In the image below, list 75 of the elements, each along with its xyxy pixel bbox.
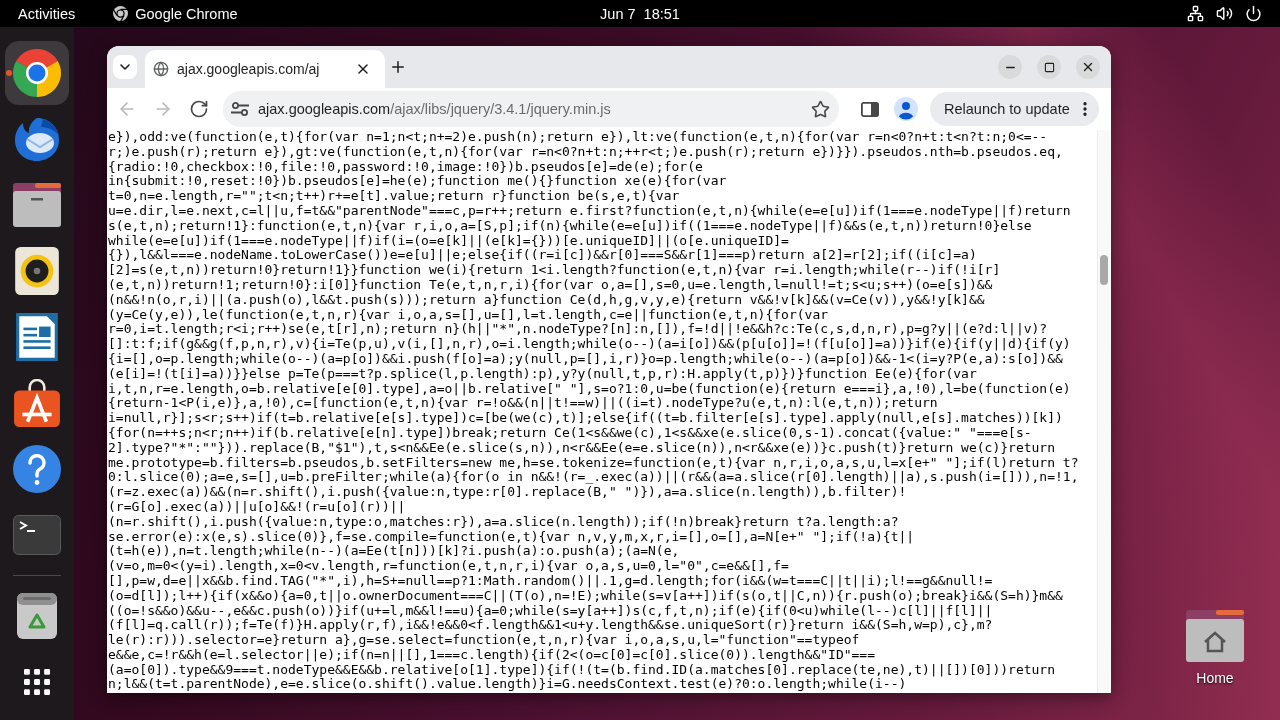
clock[interactable]: Jun 7 18:51	[590, 0, 690, 27]
mail-bird-icon	[13, 115, 61, 163]
code-line: (r=G[o].exec(a))||u[o]&&!(r=u[o](r))||	[108, 499, 406, 515]
code-line: u=e.dir,l=e.next,c=l||u,f=t&&"parentNode"===c,p=r++;return e.first?function(e,t,n){while(e=e[u])if(1===e.nodeType||f)return	[108, 204, 1071, 219]
code-line: {radio:!0,checkbox:!0,file:!0,password:!0,image:!0})b.pseudos[e]=de(e);for(e	[108, 159, 703, 175]
code-line: i=null,r}];s<r;s++)if(t=b.relative[e[s].type])c=[be(we(c),t)];else{if((t=b.filter[e[s].type].apply(null,e[s].matches))[k])	[108, 411, 1063, 426]
code-line: e}),odd:ve(function(e,t){for(var n=1;n<t;n+=2)e.push(n);return e}),lt:ve(function(e,t,n){for(var r=n<0?n+t:t<n?t:n;0<=--	[108, 130, 1048, 145]
power-icon[interactable]	[1245, 5, 1262, 22]
code-line: le(r):r))).selector=e}return a},g=se.select=function(e,t,n,r){var i,o,a,s,u,l="function"==typeof	[108, 633, 860, 648]
speaker-icon	[13, 247, 61, 295]
code-line: {return-1<P(i,e)},a,!0),c=[function(e,t,n){var r=!o&&(n||t!==w)||((i=t).nodeType?u(e,t,n):l(e,t,n));return	[108, 396, 938, 412]
code-line: t=0,n=e.length,r="";t<n;t++)r+=e[t].value;return r}function be(s,e,t){var	[108, 189, 680, 204]
code-line: {i=[],o=p.length;while(o--)(a=p[o])&&i.push(f[o]=a);y(null,p=[],i,r)}o=p.length;while(o--)(a=p[o])&&-1<(i=y?P(e,a):s[o])&&	[108, 351, 1063, 367]
code-line: (y=Ce(y,e)),le(function(e,t,n,r){var i,o,a,s=[],u=[],l=t.length,c=e||function(e,t,n){for(var	[108, 307, 829, 323]
code-line: [2]=s(e,t,n))return!0}return!1}}function we(i){return 1<i.length?function(e,t,n){var r=i.length;while(r--)if(!i[r]	[108, 263, 1001, 278]
scrollbar-thumb[interactable]	[1100, 255, 1108, 285]
code-line: s(e,t,n);return!1}:function(e,t,n){var r,i,o,a=[S,p];if(n){while(e=e[u])if((1===e.nodeType||f)&&s(e,t,n))return!0}else	[108, 218, 1032, 234]
plus-icon	[389, 58, 407, 76]
code-line: (o=d[l]);l++){if(x&&o){a=0,t||o.ownerDocument===C||(T(o),n=!E);while(s=v[a++])if(s(o,t||C,n)){r.push(o);break}i&&(S=h)}m&&	[108, 588, 1063, 604]
code-line: (n=r.shift(),i.push({value:n,type:o,matches:r}),a=a.slice(n.length));if(!n)break}return t?a.length:a?	[108, 514, 899, 530]
code-line: (r=z.exec(a))&&(n=r.shift(),i.push({value:n,type:r[0].replace(B," ")}),a=a.slice(n.length)),b.filter)!	[108, 485, 907, 500]
site-settings-icon[interactable]	[231, 102, 249, 116]
dock-item[interactable]	[5, 41, 69, 105]
volume-icon[interactable]	[1216, 5, 1233, 22]
code-line: (t=h(e)),n=t.length;while(n--)(a=Ee(t[n]))[k]?i.push(a):o.push(a);(a=N(e,	[108, 544, 680, 560]
folder-icon	[13, 181, 61, 229]
code-line: r;)e.push(r);return e}),gt:ve(function(e,t,n){for(var r=n<0?n+t:n;++r<t;)e.push(r);return e})}}).pseudos.nth=b.pseudos.eq,	[108, 144, 1063, 160]
browser-tab[interactable]: ajax.googleapis.com/aj	[145, 50, 385, 88]
code-line: []:t:f;if(g&&g(f,p,n,r),v){i=Te(p,u),v(i,[],n,r),o=i.length;while(o--)(a=i[o])&&(p[u[o]]=!(f[u[o]]=a))}if(e){if(y||d){if(y)	[108, 337, 1071, 352]
code-line: (f[l]=q.call(r));f=Te(f)}H.apply(r,f),i&&!e&&0<f.length&&1<u+y.length&&se.uniqueSort(r)}return i&&(S=h,w=p),c},m?	[108, 618, 993, 634]
star-icon[interactable]	[811, 99, 830, 119]
close-button[interactable]	[1076, 55, 1100, 79]
help-icon	[13, 445, 61, 493]
trash-icon	[14, 593, 60, 639]
document-icon	[13, 313, 61, 361]
code-line: {for(n=++s;n<r;n++)if(b.relative[e[n].type])break;return Ce(1<s&&we(c),1<s&&xe(e.slice(0,s-1).concat({value:" "===e[s-	[108, 425, 1032, 441]
app-menu[interactable]: Google Chrome	[103, 0, 248, 27]
address-bar[interactable]: ajax.googleapis.com/ajax/libs/jquery/3.4.1/jquery.min.js	[223, 91, 839, 127]
shopping-bag-icon	[13, 379, 61, 427]
code-line: ((o=!s&&o)&&u--,e&&c.push(o))}if(u+=l,m&&l!==u){a=0;while(s=y[a++])s(c,f,t,n);if(e){if(0<u)while(l--)c[l]||f[l]||	[108, 603, 993, 619]
close-icon[interactable]	[355, 61, 371, 77]
code-line: [],p=w,d=e||x&&b.find.TAG("*",i),h=S+=null==p?1:Math.random()||.1,g=d.length;for(i&&(w=t===C||t||i);l!==g&&null!=	[108, 573, 993, 589]
reload-icon	[189, 99, 209, 119]
avatar-icon	[894, 97, 918, 121]
globe-icon	[153, 61, 169, 77]
code-line: 0:l.slice(0);a=e,s=[],u=b.preFilter;while(a){for(o in n&&!(r=_.exec(a))||(r&&(a=a.slice(r[0].length)||a),s.push(i=[])),n=!1,	[108, 470, 1079, 486]
code-line: n;l&&(t=t.parentNode),e=e.slice(o.shift().value.length)}i=G.needsContext.test(e)?0:o.length;while(i--)	[108, 677, 907, 693]
home-folder-icon[interactable]	[1186, 610, 1244, 662]
code-line: {}),l&&l===e.nodeName.toLowerCase())e=e[u]||e;else{if((r=i[c])&&r[0]===S&&r[1]===p)return a[2]=r[2];if((i[c]=a)	[108, 248, 977, 264]
code-line: (e,t,n))return!1;return!0}:i[0]}function Te(e,t,n,r,i){for(var o,a=[],s=0,u=e.length,l=null!=t;s<u;s++)(o=e[s])&&	[108, 277, 993, 293]
activities-button[interactable]: Activities	[8, 0, 86, 27]
code-line: (e[i]=!(t[i]=a))}}else p=Te(p===t?p.splice(l,p.length):p),y?y(null,t,p,r):H.apply(t,p)})}function Ee(e){for(var	[108, 366, 977, 382]
code-line: (v=o,m=0<(y=i).length,x=0<v.length,r=function(e,t,n,r,i){var o,a,s,u=0,l="0",c=e&&[],f=	[108, 559, 789, 574]
code-line: se.error(e):x(e,s).slice(0)},f=se.compile=function(e,t){var n,v,y,m,x,r,i=[],o=[],a=N[e+" "];if(!a){t||	[108, 529, 915, 545]
code-line: (a=o[0]).type&&9===t.nodeType&&E&&b.relative[o[1].type]){if(!(t=(b.find.ID(a.matches[0].replace(te,ne),t)||[])[0]))return	[108, 662, 1056, 678]
close-icon	[1081, 60, 1095, 74]
code-line: while(e=e[u])if(1===e.nodeType||f)if(i=(o=e[k]||(e[k]={}))[e.uniqueID]||(o[e.uniqueID]=	[108, 233, 789, 249]
network-icon[interactable]	[1187, 5, 1204, 22]
side-panel-icon	[861, 101, 879, 117]
relaunch-button[interactable]: Relaunch to update	[930, 92, 1099, 126]
code-line: r=0,i=t.length;r<i;r++)se(e,t[r],n);return n}(h||"*",n.nodeType?[n]:n,[]),f=!d||!e&&h?c:Te(c,s,d,n,r),p=g?y||(e?d:l||v)?	[108, 322, 1048, 338]
code-line: e&&e,c=!r&&h(e=l.selector||e);if(n=n||[],1===c.length){if(2<(o=c[0]=c[0].slice(0)).length&&"ID"===	[108, 647, 875, 663]
browser-icon	[113, 6, 129, 21]
code-line: in{submit:!0,reset:!0})b.pseudos[e]=he(e);function me(){}function xe(e){for(var	[108, 174, 727, 190]
url-text: ajax.googleapis.com/ajax/libs/jquery/3.4.1/jquery.min.js	[258, 101, 611, 117]
code-line: (n&&!n(o,r,i)||(a.push(o),l&&t.push(s)));return a}function Ce(d,h,g,v,y,e){return v&&!v[k]&&(v=Ce(v)),y&&!y[k]&&	[108, 292, 985, 308]
code-line: 2].type?"*":""})).replace(B,"$1"),t,s<n&&Ee(e.slice(s,n)),n<r&&Ee(e=e.slice(n)),n<r&&xe(e))}c.push(t)}return we(c)}return	[108, 440, 1056, 456]
tab-search-button[interactable]	[113, 55, 137, 79]
code-line: i,t,n,r=e.length,o=b.relative[e[0].type],a=o||b.relative[" "],s=o?1:0,u=be(function(e){return e===i},a,!0),l=be(function(e)	[108, 381, 1071, 397]
desktop-icon-label[interactable]: Home	[1196, 670, 1234, 686]
browser-icon	[13, 49, 61, 97]
app-grid-icon	[24, 669, 50, 695]
code-line: me.prototype=b.filters=b.pseudos,b.setFilters=new me,h=se.tokenize=function(e,t){var n,r,i,o,a,s,u,l=x[e+" "];if(l)return t?	[108, 455, 1079, 471]
maximize-icon	[1043, 61, 1055, 73]
maximize-button[interactable]	[1037, 55, 1061, 79]
